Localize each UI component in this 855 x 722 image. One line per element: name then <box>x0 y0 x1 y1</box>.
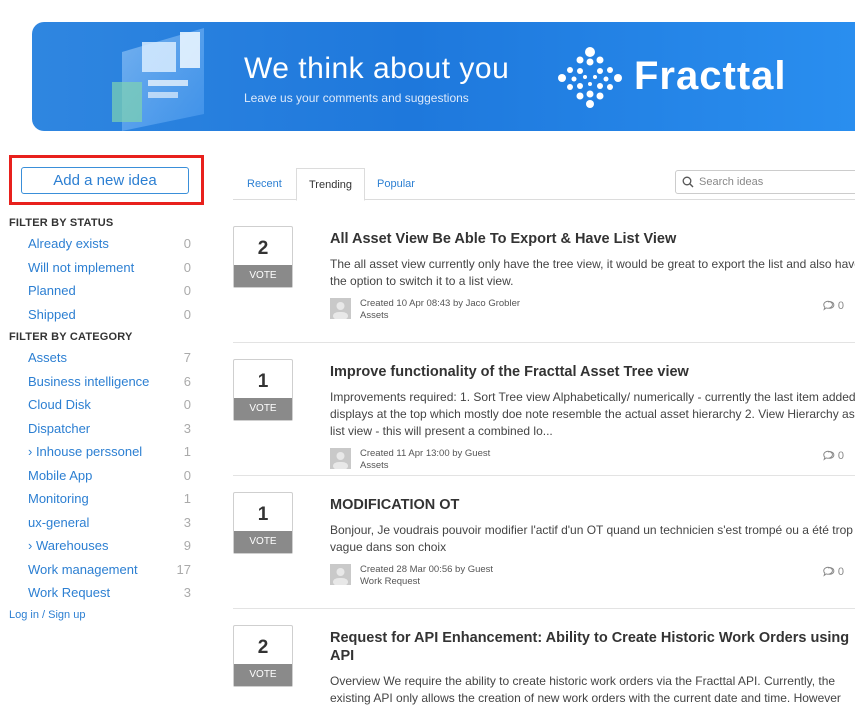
tab-popular[interactable]: Popular <box>377 168 415 200</box>
filter-category-heading: FILTER BY CATEGORY <box>9 331 133 343</box>
header-banner: We think about you Leave us your comment… <box>32 22 855 131</box>
brand-logo: Fracttal <box>554 44 787 108</box>
category-filter-ux-general[interactable]: ux-general 3 <box>9 511 191 535</box>
vote-count: 2 <box>257 238 269 259</box>
idea-title[interactable]: Request for API Enhancement: Ability to … <box>330 629 855 665</box>
comment-icon <box>823 566 835 577</box>
idea-category[interactable]: Assets <box>360 460 490 472</box>
idea-title[interactable]: Improve functionality of the Fracttal As… <box>330 363 855 381</box>
banner-subtitle: Leave us your comments and suggestions <box>244 91 469 105</box>
category-filter-mobile-app[interactable]: Mobile App 0 <box>9 464 191 488</box>
comment-icon <box>823 450 835 461</box>
category-filter-assets[interactable]: Assets 7 <box>9 346 191 370</box>
category-filter-work-request[interactable]: Work Request 3 <box>9 581 191 605</box>
comment-icon <box>823 300 835 311</box>
idea-meta: Created 10 Apr 08:43 by Jaco Grobler Asse… <box>330 298 855 322</box>
fracttal-logo-icon <box>558 47 622 108</box>
category-filter-cloud-disk[interactable]: Cloud Disk 0 <box>9 393 191 417</box>
category-filter-work-management[interactable]: Work management 17 <box>9 558 191 582</box>
idea-description: Improvements required: 1. Sort Tree view… <box>330 390 855 438</box>
idea-category[interactable]: Assets <box>360 310 520 322</box>
idea-item: 2 VOTE All Asset View Be Able To Export … <box>233 210 855 343</box>
idea-title[interactable]: All Asset View Be Able To Export & Have … <box>330 230 855 248</box>
status-filter-will-not-implement[interactable]: Will not implement 0 <box>9 256 191 280</box>
category-filter-warehouses[interactable]: › Warehouses 9 <box>9 534 191 558</box>
brand-name: Fracttal <box>634 53 787 98</box>
idea-category[interactable]: Work Request <box>360 576 493 588</box>
category-filter-business-intelligence[interactable]: Business intelligence 6 <box>9 370 191 394</box>
vote-button[interactable]: VOTE <box>234 664 292 686</box>
user-silhouette-icon <box>333 452 348 469</box>
add-idea-highlight: Add a new idea <box>9 155 204 205</box>
search-box[interactable] <box>675 170 855 194</box>
vote-button[interactable]: VOTE <box>234 531 292 553</box>
vote-count: 2 <box>257 637 269 658</box>
comments-link[interactable]: 0 <box>822 298 844 314</box>
status-filter-shipped[interactable]: Shipped 0 <box>9 303 191 327</box>
category-filter-monitoring[interactable]: Monitoring 1 <box>9 487 191 511</box>
comments-link[interactable]: 0 <box>822 564 844 580</box>
idea-item: 1 VOTE Improve functionality of the Frac… <box>233 343 855 476</box>
avatar <box>330 298 351 319</box>
comment-count: 0 <box>837 300 844 312</box>
idea-description: The all asset view currently only have t… <box>330 257 855 288</box>
ideas-list: 2 VOTE All Asset View Be Able To Export … <box>233 210 855 722</box>
tab-trending[interactable]: Trending <box>296 168 366 201</box>
category-filter-dispatcher[interactable]: Dispatcher 3 <box>9 417 191 441</box>
vote-box: 1 VOTE <box>233 359 293 421</box>
vote-box: 2 VOTE <box>233 625 293 687</box>
vote-button[interactable]: VOTE <box>234 398 292 420</box>
search-icon <box>682 176 694 188</box>
tab-recent[interactable]: Recent <box>247 168 282 200</box>
idea-created: Created 28 Mar 00:56 by Guest <box>360 564 494 575</box>
idea-description: Bonjour, Je voudrais pouvoir modifier l'… <box>330 523 853 554</box>
filter-status-heading: FILTER BY STATUS <box>9 217 114 229</box>
vote-box: 2 VOTE <box>233 226 293 288</box>
banner-illustration <box>112 28 204 131</box>
user-silhouette-icon <box>333 568 348 585</box>
comment-count: 0 <box>837 566 844 578</box>
idea-item: 1 VOTE MODIFICATION OT Bonjour, Je voudr… <box>233 476 855 609</box>
banner-title: We think about you <box>244 52 510 85</box>
login-signup-link[interactable]: Log in / Sign up <box>9 609 191 621</box>
status-filter-planned[interactable]: Planned 0 <box>9 279 191 303</box>
vote-button[interactable]: VOTE <box>234 265 292 287</box>
category-filter-inhouse-perssonel[interactable]: › Inhouse perssonel 1 <box>9 440 191 464</box>
comment-count: 0 <box>837 450 844 462</box>
idea-created: Created 10 Apr 08:43 by Jaco Grobler <box>360 298 521 309</box>
vote-count: 1 <box>257 504 269 525</box>
idea-tabs: Recent Trending Popular <box>233 168 855 201</box>
sidebar: FILTER BY STATUS Already exists 0 Will no… <box>9 214 191 621</box>
idea-created: Created 11 Apr 13:00 by Guest <box>360 448 491 459</box>
comments-link[interactable]: 0 <box>822 448 844 464</box>
vote-box: 1 VOTE <box>233 492 293 554</box>
add-new-idea-button[interactable]: Add a new idea <box>21 167 189 194</box>
idea-description: Overview We require the ability to creat… <box>330 674 841 705</box>
idea-title[interactable]: MODIFICATION OT <box>330 496 855 514</box>
search-input[interactable] <box>699 176 855 188</box>
user-silhouette-icon <box>333 302 348 319</box>
status-filter-already-exists[interactable]: Already exists 0 <box>9 232 191 256</box>
idea-meta: Created 11 Apr 13:00 by Guest Assets 0 <box>330 448 855 472</box>
vote-count: 1 <box>257 371 269 392</box>
idea-meta: Created 28 Mar 00:56 by Guest Work Reques… <box>330 564 855 588</box>
avatar <box>330 448 351 469</box>
avatar <box>330 564 351 585</box>
idea-item: 2 VOTE Request for API Enhancement: Abil… <box>233 609 855 722</box>
